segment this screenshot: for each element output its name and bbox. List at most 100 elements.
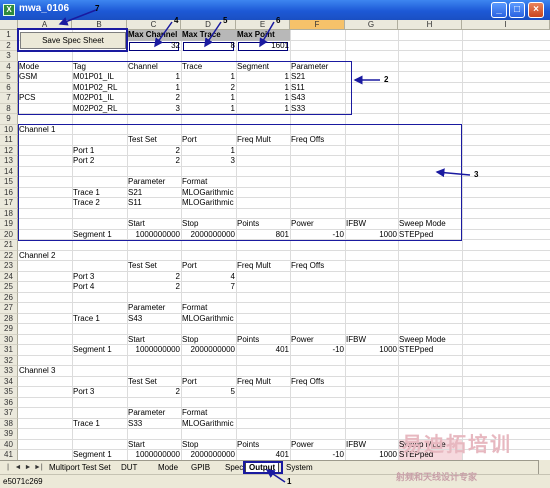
port-label: Port	[182, 261, 197, 270]
row-header-38[interactable]: 38	[0, 418, 18, 429]
channel3-title: Channel 3	[19, 366, 56, 375]
watermark: 易迪拓培训	[402, 434, 512, 456]
column-header-g[interactable]: G	[345, 20, 398, 30]
row-header-19[interactable]: 19	[0, 219, 18, 230]
format-label: Format	[182, 408, 208, 417]
row-header-5[interactable]: 5	[0, 72, 18, 83]
minimize-button[interactable]: _	[491, 2, 507, 18]
column-header-c[interactable]: C	[127, 20, 181, 30]
trace-parameter: S33	[128, 418, 143, 428]
row-header-39[interactable]: 39	[0, 429, 18, 440]
segment-name: Segment 1	[73, 345, 112, 354]
row-header-31[interactable]: 31	[0, 345, 18, 356]
row-header-32[interactable]: 32	[0, 355, 18, 366]
callout-c1: 1	[287, 477, 292, 486]
port-value: 5	[230, 387, 235, 396]
row-header-4[interactable]: 4	[0, 61, 18, 72]
tab-nav-prev-icon[interactable]: ◄	[14, 463, 22, 472]
column-header-e[interactable]: E	[236, 20, 290, 30]
column-header-f[interactable]: F	[290, 20, 345, 30]
row-header-12[interactable]: 12	[0, 145, 18, 156]
row-header-15[interactable]: 15	[0, 177, 18, 188]
test-set-label: Test Set	[128, 376, 157, 386]
row-header-28[interactable]: 28	[0, 313, 18, 324]
row-header-11[interactable]: 11	[0, 135, 18, 146]
points-label: Points	[237, 439, 260, 449]
row-header-3[interactable]: 3	[0, 51, 18, 62]
segment-start: 1000000000	[135, 450, 181, 459]
ifbw-label: IFBW	[346, 439, 366, 449]
row-header-6[interactable]: 6	[0, 82, 18, 93]
callout-c5: 5	[223, 16, 228, 25]
row-header-36[interactable]: 36	[0, 397, 18, 408]
segment-sweep-mode: STEPped	[399, 345, 434, 354]
row-header-33[interactable]: 33	[0, 366, 18, 377]
row-header-23[interactable]: 23	[0, 261, 18, 272]
grid-line-horizontal	[18, 302, 550, 303]
select-all-corner[interactable]	[0, 20, 18, 30]
window-title: mwa_0106	[19, 3, 70, 14]
column-header-h[interactable]: H	[398, 20, 462, 30]
row-header-35[interactable]: 35	[0, 387, 18, 398]
row-header-37[interactable]: 37	[0, 408, 18, 419]
column-header-i[interactable]: I	[462, 20, 550, 30]
segment-stop: 2000000000	[190, 450, 236, 459]
row-header-10[interactable]: 10	[0, 124, 18, 135]
segment-points: 401	[275, 450, 289, 459]
ifbw-label: IFBW	[346, 334, 366, 344]
row-header-30[interactable]: 30	[0, 334, 18, 345]
segment-power: -10	[332, 450, 344, 459]
row-header-1[interactable]: 1	[0, 30, 18, 41]
sheet-tab-multiport-test-set[interactable]: Multiport Test Set	[46, 462, 114, 473]
max-trace-label: Max Trace	[182, 30, 221, 39]
row-header-26[interactable]: 26	[0, 292, 18, 303]
row-header-41[interactable]: 41	[0, 450, 18, 460]
sheet-tab-dut[interactable]: DUT	[118, 462, 140, 473]
sheet-tab-gpib[interactable]: GPIB	[188, 462, 213, 473]
sheet-tab-mode[interactable]: Mode	[155, 462, 181, 473]
row-header-20[interactable]: 20	[0, 229, 18, 240]
horizontal-scrollbar[interactable]	[538, 460, 550, 474]
row-header-21[interactable]: 21	[0, 240, 18, 251]
window-titlebar: X mwa_0106 _ □ ×	[0, 0, 550, 20]
stop-label: Stop	[182, 334, 199, 344]
max-channel-value: 32	[171, 40, 180, 50]
callout-c3: 3	[474, 170, 479, 179]
tab-nav-first-icon[interactable]: |◄	[4, 463, 12, 480]
row-header-34[interactable]: 34	[0, 376, 18, 387]
row-header-24[interactable]: 24	[0, 271, 18, 282]
save-spec-sheet-button[interactable]: Save Spec Sheet	[20, 32, 126, 49]
row-header-40[interactable]: 40	[0, 439, 18, 450]
restore-button[interactable]: □	[509, 2, 525, 18]
callout-c4: 4	[174, 16, 179, 25]
row-header-16[interactable]: 16	[0, 187, 18, 198]
status-text: e5071c269	[3, 477, 43, 486]
row-header-2[interactable]: 2	[0, 40, 18, 51]
row-header-14[interactable]: 14	[0, 166, 18, 177]
port-label: Port	[182, 376, 197, 386]
row-header-8[interactable]: 8	[0, 103, 18, 114]
row-header-25[interactable]: 25	[0, 282, 18, 293]
row-header-7[interactable]: 7	[0, 93, 18, 104]
row-header-13[interactable]: 13	[0, 156, 18, 167]
port-name: Port 3	[73, 271, 95, 281]
row-header-9[interactable]: 9	[0, 114, 18, 125]
sweep-mode-label: Sweep Mode	[399, 334, 446, 344]
row-header-18[interactable]: 18	[0, 208, 18, 219]
row-header-29[interactable]: 29	[0, 324, 18, 335]
max-point-value: 1601	[271, 40, 289, 50]
trace-parameter: S43	[128, 313, 143, 323]
parameter-label: Parameter	[128, 303, 166, 312]
close-button[interactable]: ×	[528, 2, 544, 18]
row-header-22[interactable]: 22	[0, 250, 18, 261]
sheet-tab-system[interactable]: System	[283, 462, 316, 473]
column-header-d[interactable]: D	[181, 20, 236, 30]
row-header-17[interactable]: 17	[0, 198, 18, 209]
port-name: Port 4	[73, 282, 95, 291]
row-header-27[interactable]: 27	[0, 303, 18, 314]
power-label: Power	[291, 439, 314, 449]
tab-nav-next-icon[interactable]: ►	[24, 463, 32, 472]
start-label: Start	[128, 439, 145, 449]
tab-nav-last-icon[interactable]: ►|	[34, 463, 43, 472]
spreadsheet-grid[interactable]: A B C D E F G H I 1 2 3 4 5 6 7 8 9 10 11 12 13 14 15 16 17 18 19 20…	[0, 20, 550, 460]
